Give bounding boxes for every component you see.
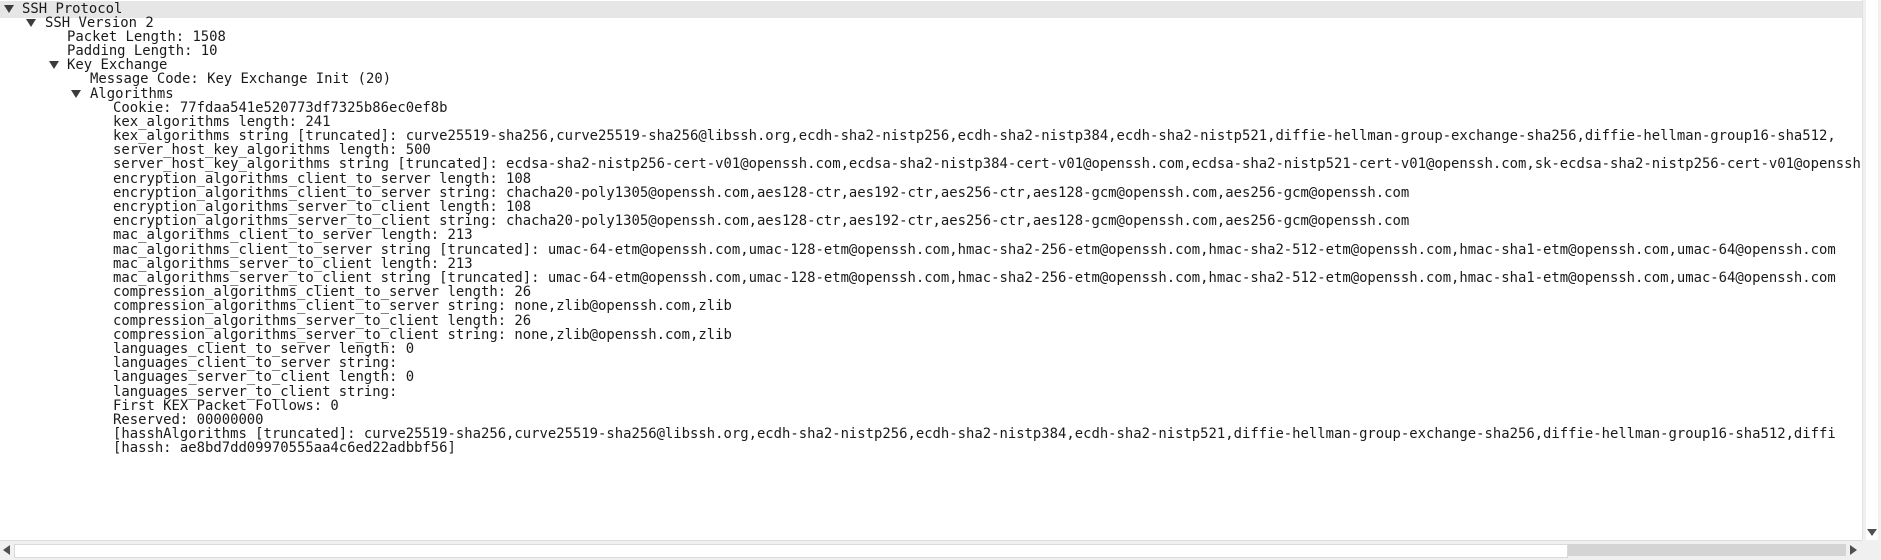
expand-triangle-icon[interactable]	[26, 19, 36, 27]
expand-triangle-icon[interactable]	[4, 5, 14, 13]
expand-triangle-icon[interactable]	[49, 61, 59, 69]
scroll-right-arrow-icon[interactable]	[1850, 545, 1857, 555]
vertical-scroll-thumb[interactable]	[1866, 0, 1878, 540]
vertical-scrollbar[interactable]	[1862, 0, 1881, 540]
scroll-down-arrow-icon[interactable]	[1867, 529, 1877, 536]
scroll-left-arrow-icon[interactable]	[3, 545, 10, 555]
tree-row-field[interactable]: [hassh: ae8bd7dd09970555aa4c6ed22adbbf56…	[0, 440, 1862, 457]
tree-label: [hassh: ae8bd7dd09970555aa4c6ed22adbbf56…	[113, 440, 456, 456]
scrollbar-corner	[1862, 540, 1881, 559]
horizontal-scroll-thumb[interactable]	[14, 544, 1568, 558]
horizontal-scrollbar[interactable]	[0, 540, 1881, 560]
horizontal-scroll-track[interactable]	[1568, 544, 1846, 556]
expand-triangle-icon[interactable]	[71, 90, 81, 98]
packet-details-tree[interactable]: SSH Protocol SSH Version 2 Packet Length…	[0, 0, 1862, 540]
